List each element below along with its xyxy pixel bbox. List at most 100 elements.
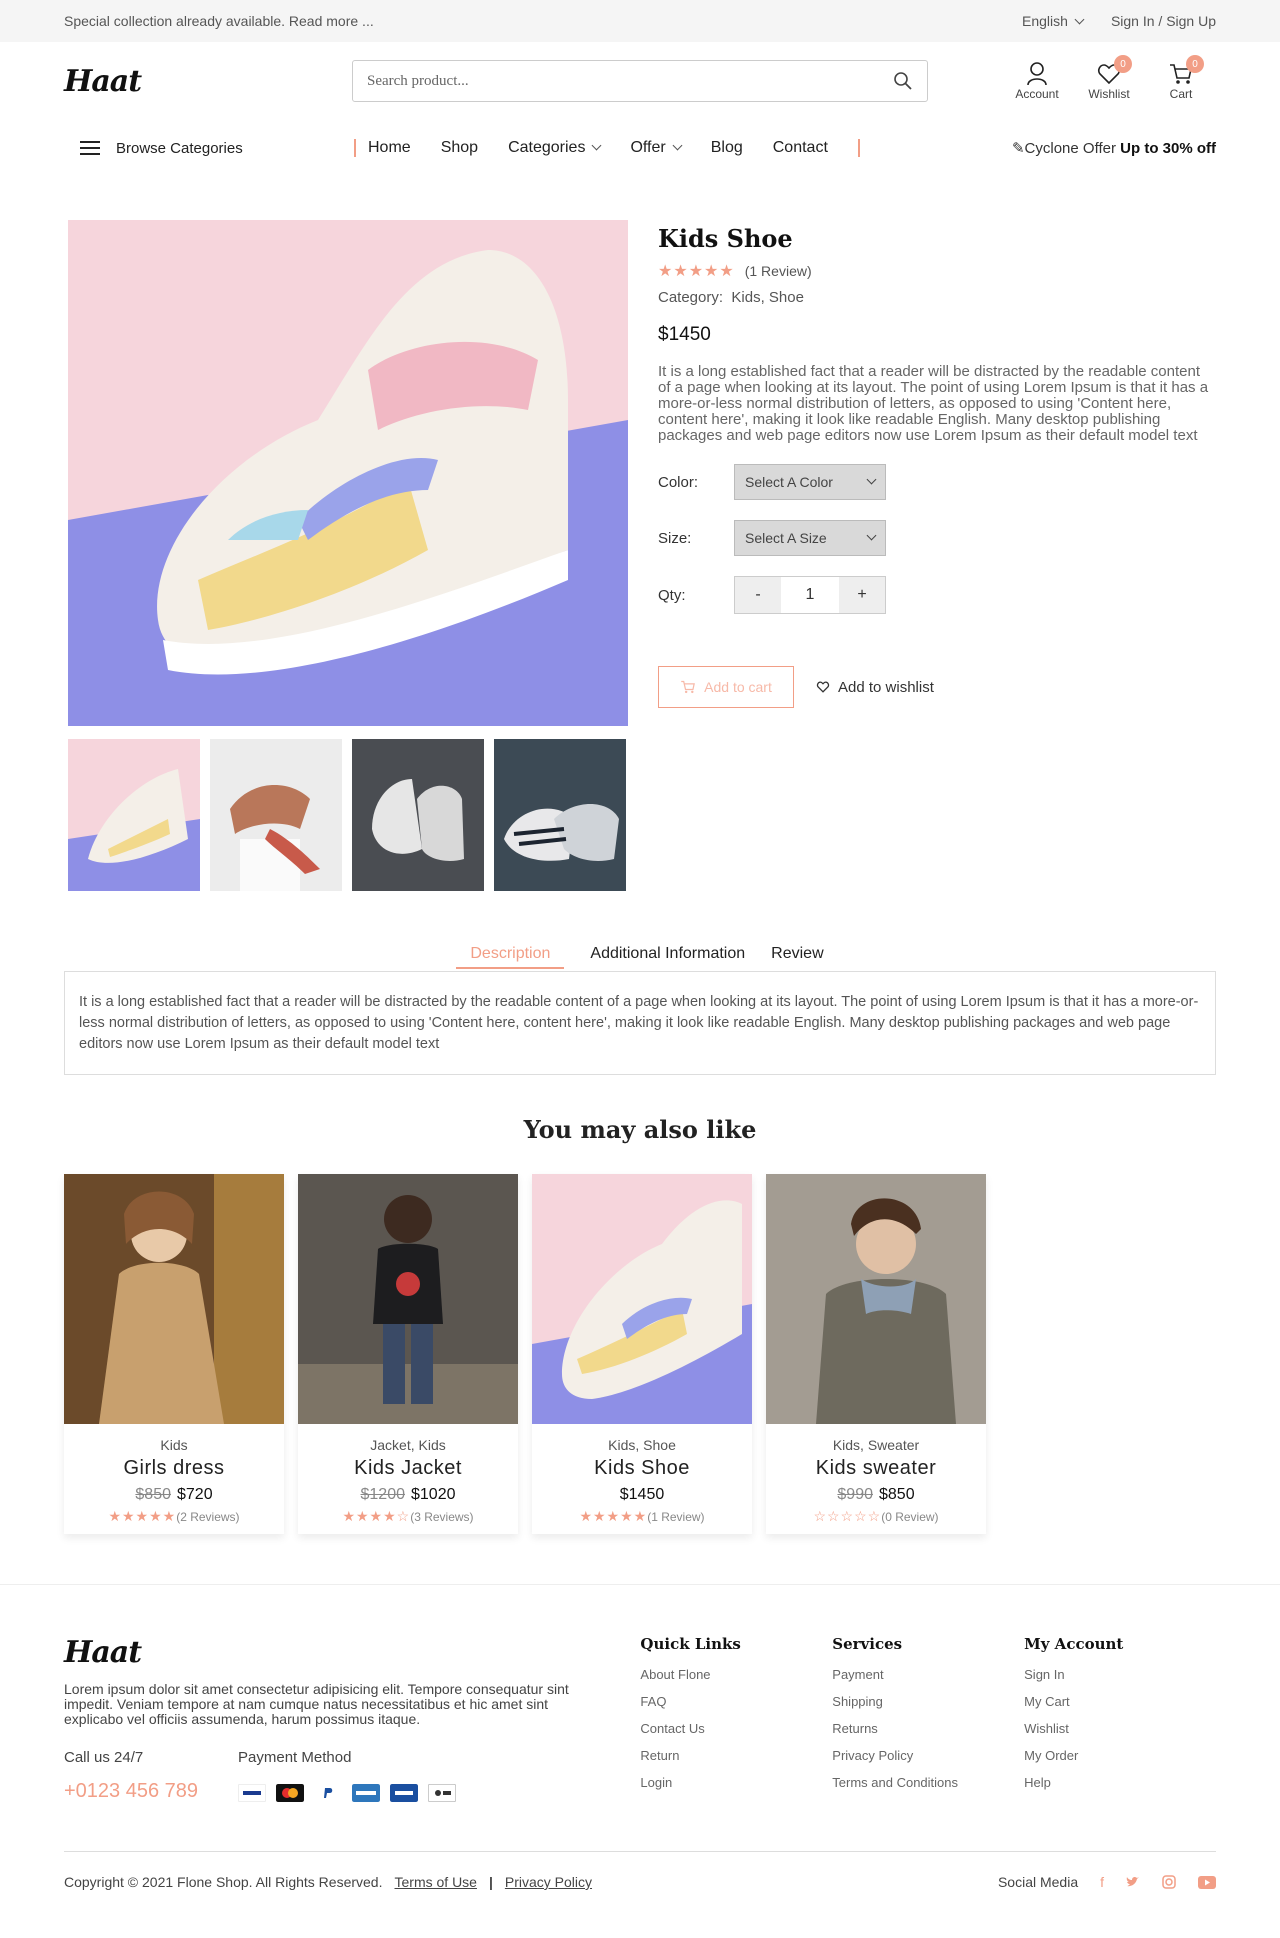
qty-input[interactable]: 1 bbox=[781, 577, 839, 613]
footer-link[interactable]: FAQ bbox=[640, 1694, 832, 1709]
cart-icon bbox=[681, 680, 696, 694]
product-card-image[interactable] bbox=[64, 1174, 284, 1424]
star-rating-icon: ☆☆☆☆☆ bbox=[813, 1508, 882, 1524]
footer-divider: | bbox=[488, 1874, 493, 1890]
product-card-reviews: (2 Reviews) bbox=[176, 1510, 240, 1524]
footer-link[interactable]: About Flone bbox=[640, 1667, 832, 1682]
product-card-category: Kids bbox=[160, 1437, 188, 1453]
footer-link[interactable]: Privacy Policy bbox=[832, 1748, 1024, 1763]
footer-link[interactable]: Shipping bbox=[832, 1694, 1024, 1709]
footer-link[interactable]: Help bbox=[1024, 1775, 1216, 1790]
nav-item-offer[interactable]: Offer bbox=[630, 139, 683, 157]
product-card[interactable]: Kids Girls dress $850 $720 ★★★★★(2 Review… bbox=[64, 1174, 284, 1534]
account-button[interactable]: Account bbox=[1012, 61, 1062, 101]
product-thumbnail[interactable] bbox=[352, 739, 484, 891]
nav-item-categories[interactable]: Categories bbox=[508, 139, 602, 157]
product-card-name[interactable]: Kids sweater bbox=[766, 1457, 986, 1480]
product-card-category: Kids, Sweater bbox=[832, 1437, 920, 1453]
nav-offer-label: Offer bbox=[630, 139, 666, 156]
product-card-category: Kids, Shoe bbox=[608, 1437, 676, 1453]
qty-decrease-button[interactable]: - bbox=[735, 577, 781, 613]
add-to-wishlist-button[interactable]: Add to wishlist bbox=[816, 679, 934, 696]
tab-description[interactable]: Description bbox=[456, 945, 565, 969]
product-card[interactable]: Kids, Sweater Kids sweater $990 $850 ☆☆☆☆… bbox=[766, 1174, 986, 1534]
footer-link[interactable]: Payment bbox=[832, 1667, 1024, 1682]
youtube-icon[interactable] bbox=[1198, 1875, 1216, 1889]
product-card-image[interactable] bbox=[766, 1174, 986, 1424]
language-select[interactable]: English bbox=[1022, 13, 1085, 29]
product-card-name[interactable]: Kids Shoe bbox=[532, 1457, 752, 1480]
tab-review[interactable]: Review bbox=[771, 945, 823, 969]
footer-link[interactable]: Contact Us bbox=[640, 1721, 832, 1736]
color-select[interactable]: Select A Color bbox=[734, 464, 886, 500]
product-card[interactable]: Jacket, Kids Kids Jacket $1200 $1020 ★★★★… bbox=[298, 1174, 518, 1534]
footer-link[interactable]: Return bbox=[640, 1748, 832, 1763]
product-thumbnail[interactable] bbox=[494, 739, 626, 891]
twitter-icon[interactable] bbox=[1126, 1876, 1140, 1888]
size-option: Size: Select A Size bbox=[658, 520, 1216, 556]
nav-item-home[interactable]: Home bbox=[368, 139, 411, 157]
star-rating-icon: ★★★★☆ bbox=[342, 1508, 411, 1524]
product-main-image[interactable] bbox=[68, 220, 628, 726]
old-price: $990 bbox=[837, 1486, 873, 1503]
color-label: Color: bbox=[658, 473, 699, 491]
cart-button[interactable]: Cart 0 bbox=[1156, 55, 1206, 101]
privacy-link[interactable]: Privacy Policy bbox=[505, 1874, 592, 1890]
tab-additional-information[interactable]: Additional Information bbox=[590, 945, 745, 969]
footer-link[interactable]: Returns bbox=[832, 1721, 1024, 1736]
phone-number[interactable]: +0123 456 789 bbox=[64, 1780, 198, 1803]
footer-link[interactable]: Wishlist bbox=[1024, 1721, 1216, 1736]
browse-categories-button[interactable]: Browse Categories bbox=[64, 140, 354, 157]
product-thumbnail[interactable] bbox=[68, 739, 200, 891]
qty-increase-button[interactable]: + bbox=[839, 577, 885, 613]
terms-link[interactable]: Terms of Use bbox=[395, 1874, 477, 1890]
apple-pay-icon bbox=[428, 1784, 457, 1802]
my-account-title: My Account bbox=[1024, 1635, 1124, 1653]
promo-text[interactable]: Special collection already available. Re… bbox=[64, 13, 374, 29]
language-label: English bbox=[1022, 13, 1068, 29]
nav-item-shop[interactable]: Shop bbox=[441, 139, 478, 157]
product-card-rating: ☆☆☆☆☆(0 Review) bbox=[766, 1508, 986, 1525]
category-value[interactable]: Kids, Shoe bbox=[731, 289, 804, 306]
star-rating-icon: ★★★★★ bbox=[658, 263, 735, 280]
footer-link[interactable]: Terms and Conditions bbox=[832, 1775, 1024, 1790]
instagram-icon[interactable] bbox=[1162, 1875, 1176, 1889]
product-card-name[interactable]: Kids Jacket bbox=[298, 1457, 518, 1480]
footer-link[interactable]: Sign In bbox=[1024, 1667, 1216, 1682]
product-card[interactable]: Kids, Shoe Kids Shoe $1450 ★★★★★(1 Revie… bbox=[532, 1174, 752, 1534]
product-card-image[interactable] bbox=[532, 1174, 752, 1424]
product-card-image[interactable] bbox=[298, 1174, 518, 1424]
nav-categories-label: Categories bbox=[508, 139, 586, 156]
product-card-price: $1450 bbox=[532, 1486, 752, 1504]
size-select[interactable]: Select A Size bbox=[734, 520, 886, 556]
wishlist-button[interactable]: Wishlist 0 bbox=[1084, 55, 1134, 101]
quantity-stepper: - 1 + bbox=[734, 576, 886, 614]
product-thumbnail[interactable] bbox=[210, 739, 342, 891]
offer-banner[interactable]: ✎Cyclone Offer Up to 30% off bbox=[1012, 139, 1216, 157]
sign-in-link[interactable]: Sign In / Sign Up bbox=[1111, 13, 1216, 29]
review-count[interactable]: (1 Review) bbox=[745, 263, 812, 279]
logo[interactable]: Haat bbox=[64, 64, 352, 99]
footer-link[interactable]: Login bbox=[640, 1775, 832, 1790]
footer-about: Lorem ipsum dolor sit amet consectetur a… bbox=[64, 1681, 569, 1727]
product-gallery bbox=[68, 220, 628, 891]
main-nav: Browse Categories Home Shop Categories O… bbox=[0, 120, 1280, 176]
chevron-down-icon bbox=[1074, 14, 1085, 25]
search-input[interactable] bbox=[367, 72, 893, 90]
color-option: Color: Select A Color bbox=[658, 464, 1216, 500]
social-links: Social Media f bbox=[998, 1874, 1216, 1890]
current-price: $1450 bbox=[619, 1486, 665, 1503]
product-card-price: $850 $720 bbox=[64, 1486, 284, 1504]
nav-item-contact[interactable]: Contact bbox=[773, 139, 828, 157]
product-card-name[interactable]: Girls dress bbox=[64, 1457, 284, 1480]
nav-item-blog[interactable]: Blog bbox=[711, 139, 743, 157]
facebook-icon[interactable]: f bbox=[1100, 1874, 1104, 1890]
footer-logo[interactable]: Haat bbox=[64, 1635, 352, 1670]
add-to-cart-button[interactable]: Add to cart bbox=[658, 666, 794, 708]
footer-link[interactable]: My Cart bbox=[1024, 1694, 1216, 1709]
footer-link[interactable]: My Order bbox=[1024, 1748, 1216, 1763]
cart-count-badge: 0 bbox=[1186, 55, 1204, 73]
search-icon[interactable] bbox=[893, 71, 913, 91]
nav-menu: Home Shop Categories Offer Blog Contact bbox=[354, 139, 828, 157]
star-rating-icon: ★★★★★ bbox=[108, 1508, 177, 1524]
